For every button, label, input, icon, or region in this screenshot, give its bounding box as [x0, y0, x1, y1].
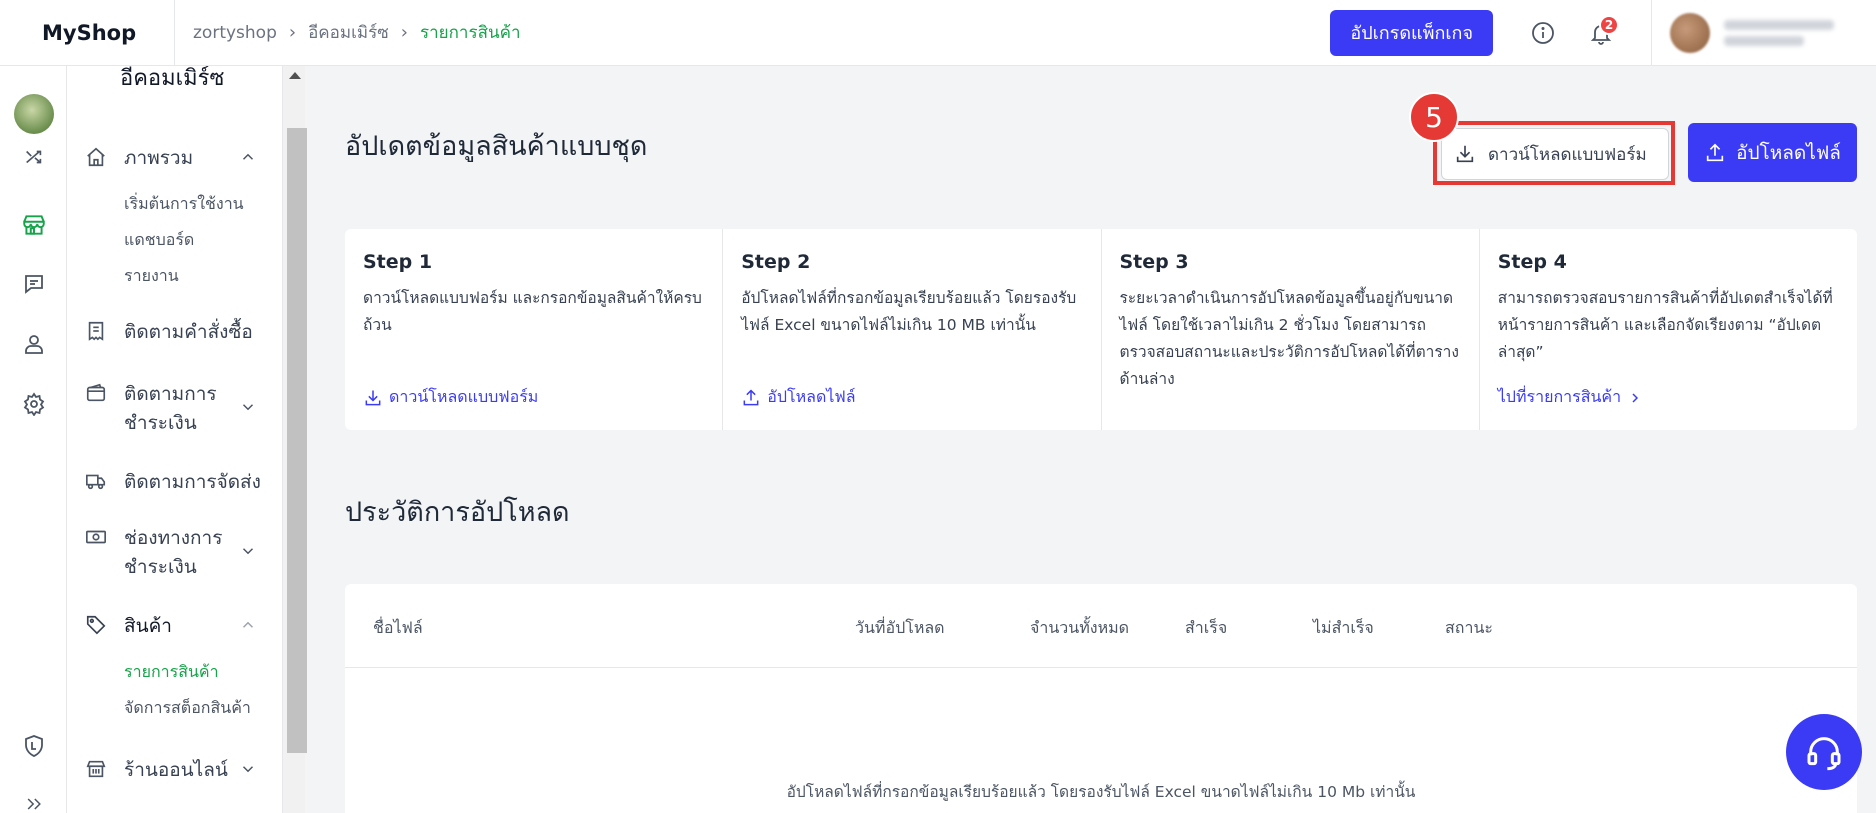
breadcrumb-shop[interactable]: zortyshop [193, 23, 277, 43]
sidebar-subitem-dashboard[interactable]: แดชบอร์ด [124, 228, 194, 253]
chevron-up-icon[interactable] [239, 616, 257, 638]
step2-upload-file-link[interactable]: อัปโหลดไฟล์ [741, 385, 856, 410]
column-failed: ไม่สำเร็จ [1313, 618, 1374, 637]
upload-history-table: ชื่อไฟล์ วันที่อัปโหลด จำนวนทั้งหมด สำเร… [345, 584, 1857, 813]
column-total: จำนวนทั้งหมด [1030, 618, 1130, 637]
chevron-up-icon[interactable] [239, 148, 257, 170]
notification-bell-button[interactable]: 2 [1581, 13, 1621, 53]
sidebar-subitem-report[interactable]: รายงาน [124, 264, 179, 289]
sidebar-item-label: ร้านออนไลน์ [124, 759, 228, 781]
step-description: ดาวน์โหลดแบบฟอร์ม และกรอกข้อมูลสินค้าให้… [363, 289, 702, 334]
sidebar-subitem-getting-started[interactable]: เริ่มต้นการใช้งาน [124, 192, 244, 217]
step-title: Step 2 [741, 251, 811, 273]
column-status: สถานะ [1445, 618, 1493, 637]
step-description: อัปโหลดไฟล์ที่กรอกข้อมูลเรียบร้อยแล้ว โด… [741, 289, 1077, 334]
step-title: Step 4 [1497, 251, 1567, 273]
annotation-step-badge: 5 [1409, 92, 1459, 142]
table-header: ชื่อไฟล์ วันที่อัปโหลด จำนวนทั้งหมด สำเร… [345, 584, 1857, 668]
chevron-down-icon[interactable] [239, 398, 257, 420]
sidebar-item-label: ติดตามคำสั่งซื้อ [124, 321, 253, 343]
chevron-right-icon: › [288, 22, 297, 43]
step-description: สามารถตรวจสอบรายการสินค้าที่อัปเดตสำเร็จ… [1497, 289, 1833, 361]
link-label: อัปโหลดไฟล์ [767, 387, 856, 406]
annotation-highlight-box [1433, 121, 1675, 185]
history-title: ประวัติการอัปโหลด [345, 497, 570, 528]
step1-download-form-link[interactable]: ดาวน์โหลดแบบฟอร์ม [363, 385, 538, 410]
chevron-down-icon[interactable] [239, 760, 257, 782]
headset-icon [1807, 737, 1841, 771]
shop-icon[interactable] [0, 212, 67, 238]
label-line: ชำระเงิน [124, 412, 197, 434]
step-title: Step 1 [363, 251, 433, 273]
receipt-icon [85, 320, 107, 346]
column-success: สำเร็จ [1185, 618, 1228, 637]
breadcrumb-current: รายการสินค้า [419, 23, 521, 43]
user-name-blurred [1724, 19, 1834, 46]
label-line: ช่องทางการ [124, 527, 223, 549]
upload-icon [1706, 143, 1724, 161]
top-bar: MyShop zortyshop › อีคอมเมิร์ซ › รายการส… [0, 0, 1876, 66]
upload-file-button[interactable]: อัปโหลดไฟล์ [1688, 123, 1857, 182]
sidebar-item-label: สินค้า [124, 615, 172, 637]
home-icon [85, 146, 107, 172]
sidebar-subitem-stock[interactable]: จัดการสต็อกสินค้า [124, 696, 251, 721]
sidebar-subitem-product-list[interactable]: รายการสินค้า [124, 660, 219, 685]
page-title: อัปเดตข้อมูลสินค้าแบบชุด [345, 131, 648, 162]
support-chat-button[interactable] [1786, 714, 1862, 790]
step4-product-list-link[interactable]: ไปที่รายการสินค้า [1498, 385, 1643, 410]
chevron-right-icon: › [400, 22, 408, 43]
chevron-right-icon [1632, 392, 1639, 403]
avatar [13, 94, 54, 134]
upload-file-label: อัปโหลดไฟล์ [1736, 141, 1841, 164]
user-icon[interactable] [0, 332, 67, 356]
steps-card: Step 1 ดาวน์โหลดแบบฟอร์ม และกรอกข้อมูลสิ… [345, 229, 1857, 430]
app-logo[interactable]: MyShop [0, 0, 175, 66]
scrollbar-thumb[interactable] [287, 128, 307, 753]
link-label: ไปที่รายการสินค้า [1497, 387, 1622, 406]
user-menu[interactable] [1651, 0, 1876, 66]
icon-rail [0, 66, 67, 813]
sidebar-item-label: ติดตามการชำระเงิน [124, 380, 217, 438]
store-icon [85, 758, 107, 784]
step-title: Step 3 [1119, 251, 1189, 273]
breadcrumb: zortyshop › อีคอมเมิร์ซ › รายการสินค้า [193, 19, 521, 46]
link-label: ดาวน์โหลดแบบฟอร์ม [389, 387, 539, 406]
step-4: Step 4 สามารถตรวจสอบรายการสินค้าที่อัปเด… [1480, 229, 1857, 430]
gear-icon[interactable] [0, 392, 67, 416]
avatar [1670, 12, 1710, 53]
truck-icon [85, 470, 107, 496]
download-icon [365, 390, 381, 405]
tag-icon [85, 614, 107, 640]
notification-badge: 2 [1599, 14, 1619, 35]
shuffle-icon[interactable] [0, 146, 67, 168]
column-upload-date: วันที่อัปโหลด [855, 618, 945, 637]
chat-icon[interactable] [0, 272, 67, 296]
sidebar-item-label: ช่องทางการชำระเงิน [124, 524, 222, 582]
breadcrumb-ecommerce[interactable]: อีคอมเมิร์ซ [308, 19, 389, 46]
sidebar-title: อีคอมเมิร์ซ [120, 66, 225, 91]
scroll-up-arrow-icon[interactable] [289, 72, 301, 79]
step-1: Step 1 ดาวน์โหลดแบบฟอร์ม และกรอกข้อมูลสิ… [345, 229, 724, 430]
label-line: ติดตามการ [124, 383, 217, 405]
info-icon[interactable] [1523, 13, 1563, 53]
upgrade-package-button[interactable]: อัปเกรดแพ็กเกจ [1330, 9, 1493, 56]
sidebar-scrollbar[interactable] [282, 66, 307, 813]
sidebar: อีคอมเมิร์ซ ภาพรวม เริ่มต้นการใช้งาน แดช… [67, 66, 282, 813]
column-file-name: ชื่อไฟล์ [373, 618, 423, 637]
step-description: ระยะเวลาดำเนินการอัปโหลดข้อมูลขึ้นอยู่กั… [1119, 289, 1459, 388]
sidebar-item-label: ติดตามการจัดส่ง [124, 471, 261, 493]
cash-icon [85, 526, 107, 552]
double-chevron-icon[interactable] [0, 794, 67, 813]
upload-icon [743, 388, 759, 405]
wallet-icon [85, 382, 107, 408]
empty-state-message: อัปโหลดไฟล์ที่กรอกข้อมูลเรียบร้อยแล้ว โด… [786, 783, 1416, 801]
shield-icon[interactable] [0, 734, 67, 758]
step-2: Step 2 อัปโหลดไฟล์ที่กรอกข้อมูลเรียบร้อย… [723, 229, 1102, 430]
chevron-down-icon[interactable] [239, 542, 257, 564]
step-3: Step 3 ระยะเวลาดำเนินการอัปโหลดข้อมูลขึ้… [1102, 229, 1480, 430]
shop-avatar[interactable] [0, 94, 67, 134]
sidebar-item-label: ภาพรวม [124, 147, 194, 169]
label-line: ชำระเงิน [124, 556, 197, 578]
